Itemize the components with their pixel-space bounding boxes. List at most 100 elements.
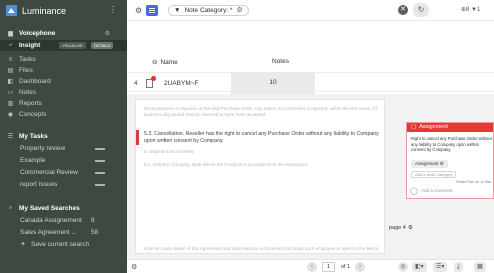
filter-label: Note Category: * [184, 7, 233, 14]
nav-label: Dashboard [19, 78, 51, 85]
notes-icon: ▭ [7, 90, 14, 96]
page-label: page 4 ⚙ [389, 225, 413, 231]
task-progress-bar [95, 172, 105, 174]
saved-searches-header: ⌕ My Saved Searches [0, 203, 127, 214]
name-column-header[interactable]: ⊖ Name [152, 58, 178, 67]
notes-column-header[interactable]: Notes [272, 58, 289, 65]
task-item[interactable]: Example [0, 155, 127, 166]
document-text-faded: shall be made aware of this Agreement an… [144, 246, 378, 253]
sidebar-item-files[interactable]: ▤ Files [0, 65, 127, 76]
document-text-faded: 6.1. Delivery. Company shall deliver the… [144, 162, 308, 167]
sidebar-header: Luminance ⋮ [0, 0, 127, 21]
comment-icon: ◯ [410, 188, 418, 195]
document-name: 2UABYM~F [164, 80, 199, 87]
details-label: DETAILS [94, 43, 111, 48]
prev-page-button[interactable]: ‹ [307, 262, 317, 272]
add-page-button[interactable]: ▦ [474, 262, 486, 272]
task-label: Property review [20, 145, 66, 152]
assignment-category-tag[interactable]: Assignment ⚙ [411, 160, 448, 168]
my-tasks-icon: ☰ [7, 134, 14, 140]
kebab-menu-icon[interactable]: ⋮ [109, 5, 117, 14]
filter-settings-icon[interactable]: ⚙ [237, 6, 243, 15]
document-text-faded: 6. Shipment and Delivery [144, 149, 195, 154]
saved-search-count: 8 [91, 217, 95, 224]
tag-tool-button[interactable]: ◧▾ [412, 262, 427, 272]
text-tool-button[interactable]: ☰▾ [433, 262, 448, 272]
insight-icon: ⤶ [8, 42, 13, 48]
saved-search-label: Canada Assignement [20, 217, 82, 224]
sidebar-item-tasks[interactable]: ≡ Tasks [0, 54, 127, 65]
add-comment-input[interactable]: Add a comment [421, 188, 453, 193]
refresh-button[interactable]: ↻ [413, 3, 429, 17]
table-row[interactable]: 4 2UABYM~F 10 [127, 72, 494, 95]
clear-filter-icon[interactable]: ✕ [398, 5, 408, 15]
task-item[interactable]: report issues [0, 179, 127, 190]
table-header: ⊖ Name Notes [127, 52, 494, 70]
unread-dot-icon [151, 76, 156, 81]
task-progress-bar [95, 184, 105, 186]
task-label: report issues [20, 181, 58, 188]
project-gear-icon[interactable]: ⚙ [105, 30, 110, 37]
save-search-button[interactable]: + Save current search [0, 239, 127, 250]
saved-search-item[interactable]: Sales Agreement ... 58 [0, 227, 127, 238]
page-total: of 1 [341, 264, 351, 270]
tag-settings-icon[interactable]: ⚙ [440, 161, 444, 166]
assignment-text: Right to cancel any Purchase Order witho… [411, 136, 492, 152]
bottom-toolbar: ⚙ ‹ 1 of 1 › ◎ ◧▾ ☰▾ ⤓ ▦ [127, 259, 494, 273]
main-panel: ⚙ ▼ Note Category: * ⚙ ✕ ↻ ⊕8 ▼1 ⊖ Name … [127, 0, 494, 273]
toolbar: ⚙ ▼ Note Category: * ⚙ ✕ ↻ ⊕8 ▼1 [127, 0, 494, 21]
saved-search-item[interactable]: Canada Assignement 8 [0, 215, 127, 226]
folder-icon: ▆ [8, 31, 13, 37]
visualise-toggle[interactable]: VISUALISE [59, 42, 86, 49]
sidebar-item-dashboard[interactable]: ◧ Dashboard [0, 76, 127, 87]
nav-label: Notes [19, 89, 36, 96]
save-search-label: Save current search [31, 241, 90, 248]
sidebar-item-reports[interactable]: ▥ Reports [0, 98, 127, 109]
stats-indicator: ⊕8 ▼1 [461, 7, 481, 13]
tasks-icon: ≡ [8, 56, 13, 63]
saved-searches-label: My Saved Searches [19, 205, 80, 212]
assignment-note-card: ▢ Assignment Right to cancel any Purchas… [406, 122, 494, 199]
viewer-settings-icon[interactable]: ⚙ [131, 263, 137, 271]
files-icon: ▤ [7, 68, 14, 74]
saved-search-count: 58 [91, 229, 99, 236]
document-text-faded: No acceptance or rejection of the said P… [144, 106, 378, 117]
task-label: Commercial Review [20, 169, 78, 176]
sidebar-item-notes[interactable]: ▭ Notes [0, 87, 127, 98]
list-view-button[interactable] [146, 5, 158, 16]
visualise-label: VISUALISE [62, 43, 83, 48]
plus-icon: + [21, 241, 26, 248]
settings-gear-icon[interactable]: ⚙ [135, 6, 142, 15]
add-note-category-button[interactable]: Add a Note Category [411, 171, 457, 178]
note-category-filter[interactable]: ▼ Note Category: * ⚙ [168, 5, 249, 16]
task-label: Example [20, 157, 46, 164]
details-toggle[interactable]: DETAILS [91, 42, 114, 49]
project-voicephone[interactable]: ▆ Voicephone ⚙ [0, 28, 127, 39]
highlighted-clause[interactable]: 5.3. Cancellation. Reseller has the righ… [144, 131, 382, 145]
nav-label: Reports [19, 100, 42, 107]
sidebar: Luminance ⋮ ▆ Voicephone ⚙ ⤶ Insight VIS… [0, 0, 127, 273]
page-settings-icon[interactable]: ⚙ [408, 225, 413, 231]
assignment-header: ▢ Assignment [407, 123, 493, 132]
my-tasks-header: ☰ My Tasks [0, 131, 127, 142]
fit-page-icon[interactable]: ◎ [398, 262, 408, 272]
document-viewer: No acceptance or rejection of the said P… [127, 94, 494, 259]
sidebar-item-insight[interactable]: ⤶ Insight VISUALISE DETAILS [0, 40, 127, 51]
sidebar-item-concepts[interactable]: ◉ Concepts [0, 109, 127, 120]
task-item[interactable]: Property review [0, 143, 127, 154]
concepts-icon: ◉ [7, 112, 14, 118]
task-item[interactable]: Commercial Review [0, 167, 127, 178]
page-number-input[interactable]: 1 [322, 262, 335, 272]
dashboard-icon: ◧ [7, 79, 14, 85]
note-icon: ▢ [411, 124, 417, 130]
clause-highlight [136, 130, 139, 145]
tag-label: Assignment [415, 161, 439, 166]
page-label-text: page 4 [389, 225, 406, 231]
search-icon: ⌕ [8, 205, 13, 211]
notes-count-cell[interactable]: 10 [231, 72, 315, 95]
nav-label: Files [19, 67, 33, 74]
download-button[interactable]: ⤓ [454, 262, 463, 272]
reports-icon: ▥ [7, 101, 14, 107]
next-page-button[interactable]: › [355, 262, 365, 272]
filter-icon: ▼ [174, 7, 181, 14]
